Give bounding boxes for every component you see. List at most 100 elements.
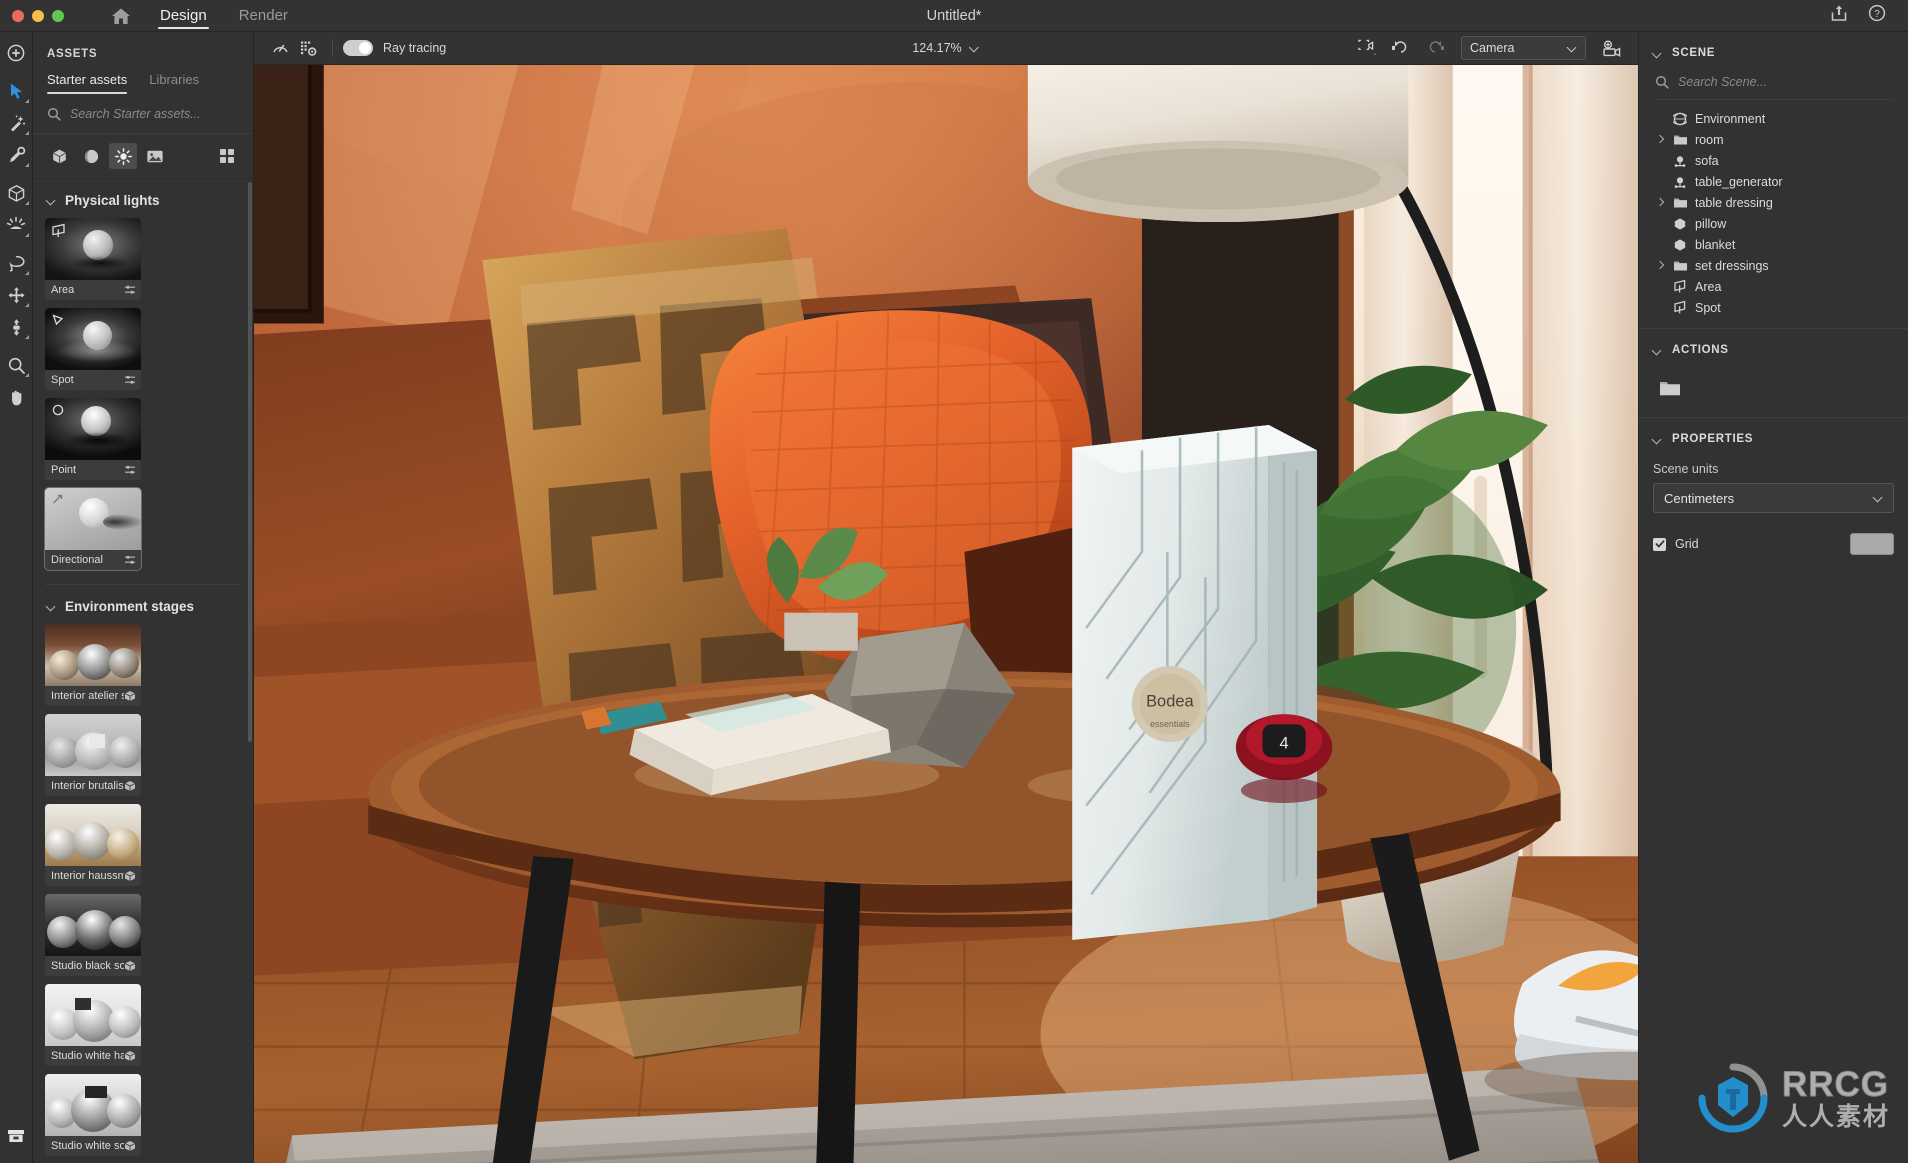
asset-tile-area[interactable]: Area [45,218,141,300]
scene-item-environment[interactable]: Environment [1639,108,1908,129]
actions-header[interactable]: ACTIONS [1639,329,1908,367]
grid-color-swatch[interactable] [1850,533,1894,555]
scene-item-blanket[interactable]: blanket [1639,234,1908,255]
actions-body[interactable] [1639,367,1908,417]
render-quality-icon[interactable] [266,35,294,61]
minimize-window-button[interactable] [32,10,44,22]
tab-design[interactable]: Design [144,0,223,32]
chevron-right-icon[interactable] [1655,135,1665,144]
cube-icon[interactable] [124,960,136,972]
point-light-icon [51,403,65,417]
pan-tool[interactable] [2,382,31,412]
scene-item-area[interactable]: Area [1639,276,1908,297]
assets-tabs[interactable]: Starter assets Libraries [33,72,253,95]
lights-filter[interactable] [109,143,137,169]
grid-view-toggle[interactable] [213,143,241,169]
scene-item-sofa[interactable]: sofa [1639,150,1908,171]
close-window-button[interactable] [12,10,24,22]
zoom-control[interactable]: 124.17% [912,41,979,55]
folder-icon[interactable] [1659,385,1681,402]
move-tool[interactable] [2,280,31,310]
images-filter[interactable] [141,143,169,169]
archive-tool[interactable] [2,1121,31,1151]
select-tool[interactable] [2,76,31,106]
sliders-icon[interactable] [124,554,136,566]
cube-icon[interactable] [124,690,136,702]
models-filter[interactable] [45,143,73,169]
window-controls[interactable] [0,10,64,22]
tab-starter-assets[interactable]: Starter assets [47,72,127,95]
asset-tile-footer: Interior brutalist... [45,776,141,796]
scene-item-table-dressing[interactable]: table dressing [1639,192,1908,213]
grid-label: Grid [1675,537,1699,551]
materials-filter[interactable] [77,143,105,169]
main-nav-tabs[interactable]: Design Render [144,0,304,32]
tool-rail[interactable] [0,32,33,1163]
home-icon[interactable] [106,1,136,31]
section-header-physical-lights[interactable]: Physical lights [33,179,253,218]
camera-select-value: Camera [1470,41,1514,55]
rendered-scene-image[interactable]: Bodea essentials [254,65,1638,1163]
scene-item-set-dressings[interactable]: set dressings [1639,255,1908,276]
add-tool[interactable] [2,38,31,68]
sliders-icon[interactable] [124,464,136,476]
scene-item-room[interactable]: room [1639,129,1908,150]
assets-filter-bar[interactable] [33,134,253,179]
asset-tile-studio-white-soft[interactable]: Studio white so... [45,1074,141,1156]
asset-tile-interior-brutalist[interactable]: Interior brutalist... [45,714,141,796]
asset-label: Point [51,464,76,476]
section-header-environment-stages[interactable]: Environment stages [33,585,253,624]
cube-icon[interactable] [124,1140,136,1152]
assets-scrollbar[interactable] [248,182,252,742]
lasso-tool[interactable] [2,248,31,278]
scene-units-select[interactable]: Centimeters [1653,483,1894,513]
scene-item-table-generator[interactable]: table_generator [1639,171,1908,192]
light-tool[interactable] [2,210,31,240]
scene-item-spot[interactable]: Spot [1639,297,1908,318]
asset-tile-spot[interactable]: Spot [45,308,141,390]
camera-redo-icon[interactable] [1421,35,1449,61]
properties-header[interactable]: PROPERTIES [1639,418,1908,456]
scene-panel-header[interactable]: SCENE [1639,32,1908,70]
frame-camera-icon[interactable] [1353,35,1381,61]
render-viewport[interactable]: Bodea essentials [254,65,1638,1163]
cube-icon[interactable] [124,1050,136,1062]
sliders-icon[interactable] [124,374,136,386]
chevron-right-icon[interactable] [1655,261,1665,270]
cube-icon[interactable] [124,870,136,882]
camera-undo-icon[interactable] [1387,35,1415,61]
asset-tile-directional[interactable]: Directional [45,488,141,570]
asset-tile-interior-atelier[interactable]: Interior atelier s... [45,624,141,706]
add-camera-icon[interactable] [1598,35,1626,61]
render-settings-icon[interactable] [294,35,322,61]
scene-search-field[interactable]: Search Scene... [1653,70,1894,100]
scale-tool[interactable] [2,312,31,342]
scene-item-pillow[interactable]: pillow [1639,213,1908,234]
asset-tile-point[interactable]: Point [45,398,141,480]
tool-flyout-indicator [25,131,29,135]
share-icon[interactable] [1830,4,1848,27]
chevron-down-icon[interactable] [971,44,980,53]
viewport-toolbar: Ray tracing 124.17% Ca [254,32,1638,65]
sliders-icon[interactable] [124,284,136,296]
asset-tile-studio-white-hard[interactable]: Studio white ha... [45,984,141,1066]
scene-item-label: set dressings [1695,259,1769,273]
ray-tracing-toggle[interactable] [343,40,373,56]
help-icon[interactable]: ? [1868,4,1886,27]
maximize-window-button[interactable] [52,10,64,22]
asset-tile-interior-haussmann[interactable]: Interior haussm... [45,804,141,886]
tab-libraries[interactable]: Libraries [149,72,199,95]
object-tool[interactable] [2,178,31,208]
assets-scroll-area[interactable]: Physical lights Area [33,179,253,1163]
zoom-tool[interactable] [2,350,31,380]
asset-tile-studio-black-soft[interactable]: Studio black soft... [45,894,141,976]
cube-icon[interactable] [124,780,136,792]
tab-render[interactable]: Render [223,0,304,32]
camera-select[interactable]: Camera [1461,36,1586,60]
scene-tree[interactable]: Environment room sofa [1639,100,1908,328]
eyedropper-tool[interactable] [2,140,31,170]
assets-search-field[interactable]: Search Starter assets... [33,95,253,134]
magic-wand-tool[interactable] [2,108,31,138]
grid-checkbox[interactable] [1653,538,1666,551]
chevron-right-icon[interactable] [1655,198,1665,207]
